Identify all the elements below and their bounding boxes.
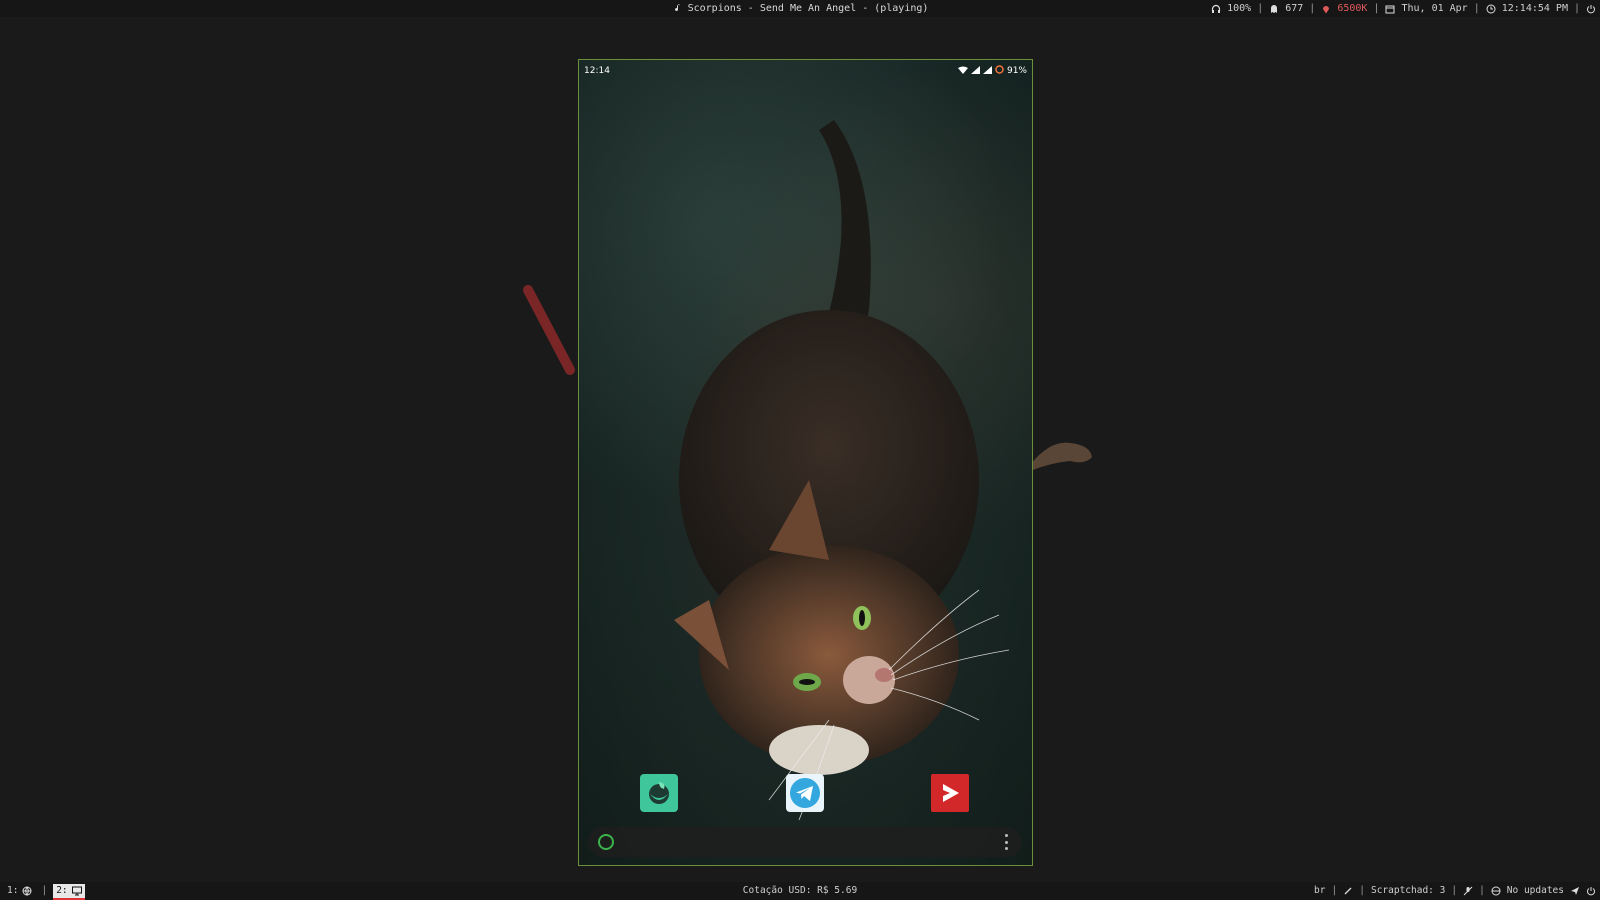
globe-leaf-icon: [649, 782, 669, 804]
separator: |: [1309, 3, 1316, 14]
app-dock: [579, 774, 1032, 814]
now-playing-text: Scorpions - Send Me An Angel - (playing): [687, 3, 929, 14]
scratchpad-count[interactable]: Scraptchad: 3: [1371, 882, 1445, 900]
microphone-muted-icon[interactable]: [1463, 886, 1473, 896]
phone-screen-mirror[interactable]: 12:14 91%: [578, 59, 1033, 866]
phone-clock: 12:14: [584, 66, 610, 76]
date[interactable]: Thu, 01 Apr: [1401, 0, 1467, 17]
bottom-right-status: br | | Scraptchad: 3 | | No updates: [1314, 882, 1596, 900]
cat-wallpaper-image: [674, 120, 1010, 821]
telegram-icon: [790, 778, 820, 808]
power-icon[interactable]: [1586, 4, 1596, 14]
launcher-search-icon[interactable]: [598, 834, 614, 850]
updates-status[interactable]: No updates: [1507, 882, 1564, 900]
signal-icon: [970, 65, 980, 77]
separator: |: [1373, 3, 1380, 14]
app-green[interactable]: [640, 774, 678, 812]
top-status-bar: Scorpions - Send Me An Angel - (playing)…: [0, 0, 1600, 17]
volume-level[interactable]: 100%: [1227, 0, 1251, 17]
clock-icon: [1486, 4, 1496, 14]
status-right: 100% | 677 | 6500K | Thu, 01 Apr | 12:14…: [1211, 0, 1596, 17]
separator: |: [1331, 885, 1338, 896]
signal-icon: [982, 65, 992, 77]
color-temperature[interactable]: 6500K: [1337, 0, 1367, 17]
power-icon[interactable]: [1586, 886, 1596, 896]
keyboard-layout[interactable]: br: [1314, 882, 1325, 900]
clock-time[interactable]: 12:14:54 PM: [1502, 0, 1568, 17]
battery-level: 91%: [1006, 66, 1027, 76]
separator: |: [1257, 3, 1264, 14]
separator: |: [1479, 885, 1485, 896]
pencil-icon[interactable]: [1343, 886, 1353, 896]
separator: |: [1573, 3, 1580, 14]
overflow-menu-icon[interactable]: [1004, 834, 1008, 850]
headphones-icon: [1211, 4, 1221, 14]
bottom-status-bar: 1: | 2: Cotação USD: R$ 5.69 br | | Scra…: [0, 882, 1600, 900]
music-note-icon: [672, 3, 682, 13]
calendar-icon: [1385, 4, 1395, 14]
data-saver-icon: [995, 65, 1004, 77]
app-telegram[interactable]: [786, 774, 824, 812]
update-globe-icon: [1491, 886, 1501, 896]
separator: |: [1451, 885, 1458, 896]
separator: |: [1359, 885, 1365, 896]
app-youtube-vanced[interactable]: [931, 774, 969, 812]
mail-count[interactable]: 677: [1285, 0, 1303, 17]
send-icon[interactable]: [1570, 886, 1580, 896]
ghost-mail-icon: [1269, 4, 1279, 14]
phone-status-bar: 12:14 91%: [579, 60, 1032, 80]
phone-status-icons: 91%: [957, 65, 1027, 77]
location-pin-icon: [1321, 4, 1331, 14]
search-bar[interactable]: [588, 827, 1022, 857]
play-icon: [943, 784, 959, 802]
background-paw-shape: [1030, 442, 1092, 471]
separator: |: [1473, 3, 1480, 14]
background-stick-shape: [523, 285, 575, 375]
wifi-icon: [957, 66, 968, 77]
